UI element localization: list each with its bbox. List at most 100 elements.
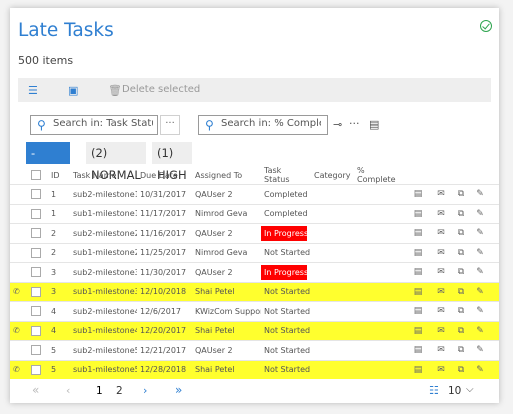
table-row[interactable]: 2 sub2-milestone2 11/16/2017 QAUser 2 In… [10, 223, 499, 243]
group-tab-normal[interactable]: (2) NORMAL [86, 142, 146, 182]
trash-icon[interactable]: 🗑 [108, 84, 122, 97]
table-row[interactable]: 5 sub2-milestone5 12/21/2017 QAUser 2 No… [10, 340, 499, 360]
next-page-icon[interactable]: › [143, 384, 147, 397]
key-icon[interactable]: ⊸ [333, 118, 342, 131]
document-icon[interactable]: ▤ [405, 281, 431, 302]
document-icon[interactable]: ▤ [405, 301, 431, 321]
table-row[interactable]: ✆ 3 sub1-milestone3 12/10/2018 Shai Pete… [10, 281, 499, 302]
select-all-checkbox[interactable] [31, 170, 41, 180]
edit-icon[interactable]: ✎ [471, 340, 489, 360]
task-name-cell[interactable]: sub2-milestone4 [70, 301, 137, 321]
document-icon[interactable]: ▤ [405, 359, 431, 379]
task-name-cell[interactable]: sub1-milestone5 [70, 359, 137, 379]
group-tab-none[interactable]: - NONE - [26, 142, 70, 204]
row-checkbox[interactable] [31, 267, 41, 278]
share-icon[interactable]: ⧉ [451, 203, 471, 224]
document-icon[interactable]: ▤ [405, 223, 431, 243]
mail-icon[interactable]: ✉ [431, 359, 451, 379]
document-icon[interactable]: ▤ [405, 242, 431, 263]
table-row[interactable]: ✆ 4 sub1-milestone4 12/20/2017 Shai Pete… [10, 320, 499, 341]
mail-icon[interactable]: ✉ [431, 223, 451, 243]
mail-icon[interactable]: ✉ [431, 203, 451, 224]
table-row[interactable]: 2 sub1-milestone2 11/25/2017 Nimrod Geva… [10, 242, 499, 263]
phone-icon[interactable]: ✆ [13, 365, 20, 374]
last-page-icon[interactable]: » [175, 383, 182, 397]
mail-icon[interactable]: ✉ [431, 262, 451, 282]
row-checkbox[interactable] [31, 364, 41, 375]
task-name-cell[interactable]: sub1-milestone1 [70, 203, 137, 224]
search-complete-box[interactable]: ⚲ [198, 115, 328, 135]
edit-icon[interactable]: ✎ [471, 281, 489, 302]
mail-icon[interactable]: ✉ [431, 184, 451, 204]
task-name-cell[interactable]: sub2-milestone3 [70, 262, 137, 282]
share-icon[interactable]: ⧉ [451, 262, 471, 282]
delete-selected-button[interactable]: Delete selected [122, 84, 200, 95]
task-name-cell[interactable]: sub2-milestone5 [70, 340, 137, 360]
share-icon[interactable]: ⧉ [451, 242, 471, 263]
row-checkbox[interactable] [31, 228, 41, 239]
document-icon[interactable]: ▤ [405, 203, 431, 224]
table-row[interactable]: 4 sub2-milestone4 12/6/2017 KWizCom Supp… [10, 301, 499, 321]
column-header-task-status[interactable]: Task Status [261, 166, 311, 185]
mail-icon[interactable]: ✉ [431, 301, 451, 321]
edit-icon[interactable]: ✎ [471, 203, 489, 224]
list-icon[interactable]: ☰ [28, 84, 38, 97]
mail-icon[interactable]: ✉ [431, 242, 451, 263]
mail-icon[interactable]: ✉ [431, 281, 451, 302]
search-status-more-button[interactable]: ··· [160, 115, 180, 135]
document-icon[interactable]: ▤ [405, 262, 431, 282]
mail-icon[interactable]: ✉ [431, 320, 451, 341]
column-header-percent-complete[interactable]: % Complete [354, 166, 405, 185]
edit-icon[interactable]: ✎ [471, 262, 489, 282]
previous-page-icon[interactable]: ‹ [66, 384, 70, 397]
row-checkbox[interactable] [31, 306, 41, 317]
column-header-id[interactable]: ID [48, 166, 70, 185]
group-tab-high[interactable]: (1) HIGH [152, 142, 192, 182]
row-checkbox[interactable] [31, 247, 41, 258]
search-status-input[interactable] [53, 118, 153, 129]
edit-icon[interactable]: ✎ [471, 184, 489, 204]
edit-icon[interactable]: ✎ [471, 242, 489, 263]
edit-icon[interactable]: ✎ [471, 320, 489, 341]
row-checkbox[interactable] [31, 345, 41, 356]
chevron-down-icon[interactable]: ⌵ [466, 384, 474, 395]
column-header-due-date[interactable]: Due Date [137, 166, 192, 185]
document-icon[interactable]: ▤ [405, 320, 431, 341]
share-icon[interactable]: ⧉ [451, 320, 471, 341]
column-header-task-name[interactable]: Task Name [70, 166, 137, 185]
table-row[interactable]: 3 sub2-milestone3 11/30/2017 QAUser 2 In… [10, 262, 499, 282]
column-header-category[interactable]: Category [311, 166, 354, 185]
edit-icon[interactable]: ✎ [471, 223, 489, 243]
save-icon[interactable]: ▤ [369, 118, 379, 131]
share-icon[interactable]: ⧉ [451, 184, 471, 204]
column-header-assigned-to[interactable]: Assigned To [192, 166, 261, 185]
task-name-cell[interactable]: sub1-milestone3 [70, 281, 137, 302]
search-status-box[interactable]: ⚲ [30, 115, 158, 135]
page-1[interactable]: 1 [96, 385, 103, 397]
row-checkbox[interactable] [31, 325, 41, 336]
row-checkbox[interactable] [31, 208, 41, 219]
share-icon[interactable]: ⧉ [451, 359, 471, 379]
page-size-value[interactable]: 10 [448, 385, 461, 397]
task-name-cell[interactable]: sub1-milestone4 [70, 320, 137, 341]
phone-icon[interactable]: ✆ [13, 326, 20, 335]
search-complete-input[interactable] [221, 118, 321, 129]
phone-icon[interactable]: ✆ [13, 287, 20, 296]
edit-icon[interactable]: ✎ [471, 359, 489, 379]
page-2[interactable]: 2 [116, 385, 123, 397]
task-name-cell[interactable]: sub1-milestone2 [70, 242, 137, 263]
table-row[interactable]: 1 sub1-milestone1 11/17/2017 Nimrod Geva… [10, 203, 499, 224]
first-page-icon[interactable]: « [32, 383, 39, 397]
row-checkbox[interactable] [31, 189, 41, 200]
mail-icon[interactable]: ✉ [431, 340, 451, 360]
share-icon[interactable]: ⧉ [451, 340, 471, 360]
share-icon[interactable]: ⧉ [451, 301, 471, 321]
task-name-cell[interactable]: sub2-milestone2 [70, 223, 137, 243]
table-row[interactable]: ✆ 5 sub1-milestone5 12/28/2018 Shai Pete… [10, 359, 499, 379]
excel-export-icon[interactable]: ▣ [68, 84, 78, 97]
more-options-icon[interactable]: ··· [349, 117, 360, 130]
share-icon[interactable]: ⧉ [451, 281, 471, 302]
task-name-cell[interactable]: sub2-milestone1 [70, 184, 137, 204]
table-row[interactable]: 1 sub2-milestone1 10/31/2017 QAUser 2 Co… [10, 184, 499, 204]
share-icon[interactable]: ⧉ [451, 223, 471, 243]
